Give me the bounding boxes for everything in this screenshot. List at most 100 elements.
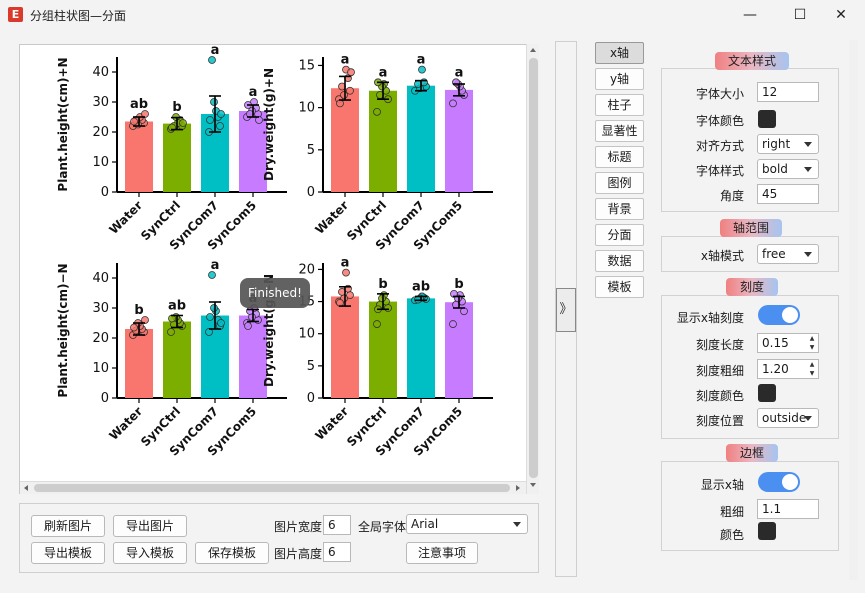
bar: [331, 296, 359, 398]
finished-toast: Finished!: [240, 278, 310, 308]
notes-button[interactable]: 注意事项: [406, 542, 478, 564]
data-point: [216, 122, 224, 130]
tab-9[interactable]: 模板: [595, 276, 644, 298]
significance-letter: b: [172, 100, 181, 115]
border-width-input[interactable]: 1.1: [757, 499, 819, 519]
spin-up-icon[interactable]: ▲: [806, 334, 818, 343]
tick-position-label: 刻度位置: [695, 414, 744, 428]
import-template-button[interactable]: 导入模板: [113, 542, 187, 564]
global-font-select[interactable]: Arial: [406, 514, 528, 534]
tab-7[interactable]: 分面: [595, 224, 644, 246]
y-tick-label: 20: [92, 125, 109, 140]
tick-position-select[interactable]: outside: [757, 408, 819, 428]
border-color-label: 颜色: [719, 528, 744, 542]
y-tick-label: 20: [298, 262, 315, 277]
close-button[interactable]: ✕: [818, 4, 864, 26]
bar: [407, 298, 435, 398]
save-template-button[interactable]: 保存模板: [195, 542, 269, 564]
spin-down-icon[interactable]: ▼: [806, 369, 818, 378]
chevron-down-icon: [804, 416, 812, 421]
y-tick-label: 0: [307, 185, 315, 200]
x-axis-mode-select[interactable]: free: [757, 244, 819, 264]
minimize-button[interactable]: —: [727, 4, 773, 26]
image-height-input[interactable]: 6: [323, 542, 351, 562]
y-tick-label: 20: [92, 331, 109, 346]
y-tick-label: 0: [101, 185, 109, 200]
tab-3[interactable]: 显著性: [595, 120, 644, 142]
align-select[interactable]: right: [757, 134, 819, 154]
show-x-axis-label: 显示x轴: [700, 478, 744, 492]
significance-letter: a: [417, 53, 426, 68]
align-value: right: [762, 137, 791, 151]
y-axis-label: Dry.weight(g)+N: [262, 68, 276, 181]
y-tick-label: 0: [101, 391, 109, 406]
tab-5[interactable]: 图例: [595, 172, 644, 194]
significance-letter: a: [249, 85, 258, 100]
significance-letter: ab: [130, 97, 148, 112]
maximize-button[interactable]: ☐: [777, 4, 823, 26]
border-color-swatch[interactable]: [758, 522, 776, 540]
app-icon: E: [8, 7, 23, 22]
data-point: [373, 320, 381, 328]
settings-scrollbar[interactable]: [849, 40, 858, 580]
data-point: [167, 328, 175, 336]
significance-letter: b: [378, 277, 387, 292]
data-point: [347, 68, 355, 77]
image-width-input[interactable]: 6: [323, 515, 351, 535]
font-color-swatch[interactable]: [758, 110, 776, 128]
data-point: [206, 116, 214, 124]
scroll-right-arrow-icon[interactable]: [516, 485, 520, 491]
scroll-down-arrow-icon[interactable]: [530, 483, 536, 487]
plot-vertical-scrollbar[interactable]: [526, 44, 539, 494]
data-point: [210, 98, 218, 106]
data-point: [244, 322, 252, 330]
tab-6[interactable]: 背景: [595, 198, 644, 220]
tab-2[interactable]: 柱子: [595, 94, 644, 116]
spin-up-icon[interactable]: ▲: [806, 360, 818, 369]
tab-8[interactable]: 数据: [595, 250, 644, 272]
tab-4[interactable]: 标题: [595, 146, 644, 168]
spin-down-icon[interactable]: ▼: [806, 343, 818, 352]
border-title: 边框: [726, 444, 778, 462]
tick-color-label: 刻度颜色: [695, 389, 744, 403]
tab-1[interactable]: y轴: [595, 68, 644, 90]
data-point: [336, 99, 344, 108]
vertical-scroll-thumb[interactable]: [529, 58, 538, 478]
collapse-panel-button[interactable]: 》: [556, 288, 576, 332]
font-style-select[interactable]: bold: [757, 159, 819, 179]
angle-label: 角度: [719, 189, 744, 203]
global-font-label: 全局字体: [358, 520, 407, 534]
show-x-axis-toggle[interactable]: [758, 472, 800, 492]
image-height-label: 图片高度: [274, 547, 323, 561]
bar: [369, 90, 397, 192]
horizontal-scroll-thumb[interactable]: [34, 484, 510, 492]
scroll-up-arrow-icon[interactable]: [530, 48, 536, 52]
show-x-ticks-toggle[interactable]: [758, 305, 800, 325]
data-point: [340, 91, 348, 99]
bar: [163, 123, 191, 192]
export-template-button[interactable]: 导出模板: [31, 542, 105, 564]
font-size-input[interactable]: 12: [757, 82, 819, 102]
y-axis-label: Plant.height(cm)+N: [56, 57, 70, 191]
tick-position-value: outside: [762, 411, 807, 425]
angle-input[interactable]: 45: [757, 184, 819, 204]
y-tick-label: 30: [92, 301, 109, 316]
bar: [163, 321, 191, 398]
image-width-label: 图片宽度: [274, 520, 323, 534]
refresh-image-button[interactable]: 刷新图片: [31, 515, 105, 537]
export-image-button[interactable]: 导出图片: [113, 515, 187, 537]
data-point: [346, 86, 354, 95]
data-point: [210, 304, 218, 312]
bar: [445, 89, 473, 192]
y-tick-label: 40: [92, 271, 109, 286]
tab-0[interactable]: x轴: [595, 42, 644, 64]
data-point: [179, 119, 187, 127]
scroll-left-arrow-icon[interactable]: [24, 485, 28, 491]
tick-length-spinner[interactable]: 0.15 ▲ ▼: [757, 333, 819, 353]
tick-color-swatch[interactable]: [758, 384, 776, 402]
tick-width-spinner[interactable]: 1.20 ▲ ▼: [757, 359, 819, 379]
bar: [369, 301, 397, 398]
bar: [331, 88, 359, 192]
plot-horizontal-scrollbar[interactable]: [20, 481, 526, 494]
y-tick-label: 10: [92, 155, 109, 170]
